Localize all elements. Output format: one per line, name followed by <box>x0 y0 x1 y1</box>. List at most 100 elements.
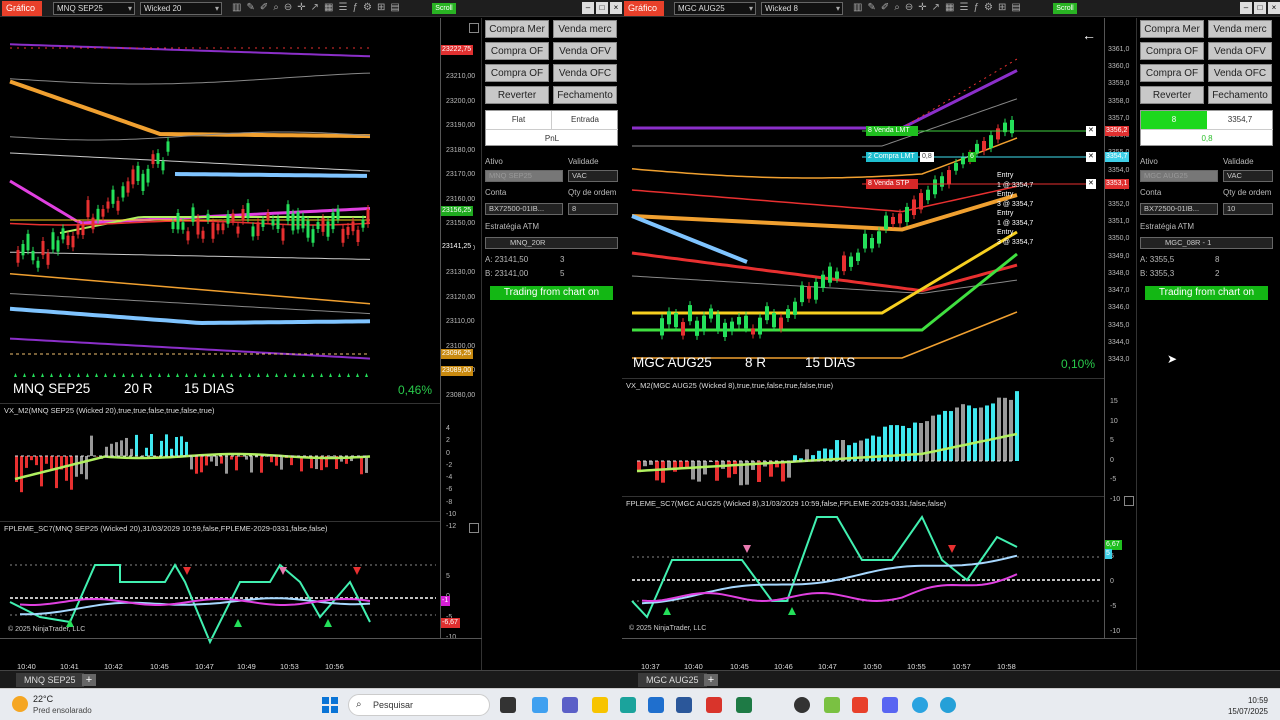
tif-select[interactable]: VAC <box>1223 170 1273 182</box>
close-position-button[interactable]: Fechamento <box>1208 86 1272 104</box>
indicator-icon[interactable]: ƒ <box>973 2 979 13</box>
trading-from-chart-button[interactable]: Trading from chart on <box>490 286 613 300</box>
search-input[interactable]: Pesquisar <box>348 694 490 716</box>
zoom-out-icon[interactable]: ⊖ <box>905 2 913 13</box>
atm-strategy-select[interactable]: MGC_08R - 1 <box>1140 237 1273 249</box>
indicator-icon[interactable]: ƒ <box>352 2 358 13</box>
sell-ofv-button[interactable]: Venda OFV <box>1208 42 1272 60</box>
chart-area[interactable]: MNQ SEP25 20 R 15 DIAS 0,46% 23210,00 232… <box>0 18 482 671</box>
cancel-order-icon[interactable]: ✕ <box>1086 179 1096 189</box>
grafico-menu-button[interactable]: Gráfico <box>624 1 664 16</box>
arrow-icon[interactable]: ↗ <box>311 2 319 13</box>
fp-panel[interactable]: FPLEME_SC7(MGC AUG25 (Wicked 8),31/03/20… <box>622 496 1104 637</box>
tab-mgc[interactable]: MGC AUG25 <box>638 673 707 687</box>
minimize-button[interactable]: – <box>582 2 594 14</box>
buy-ofc-button[interactable]: Compra OF <box>1140 64 1204 82</box>
price-panel[interactable] <box>622 18 1104 378</box>
notepad-icon[interactable] <box>824 697 840 713</box>
trading-from-chart-button[interactable]: Trading from chart on <box>1145 286 1268 300</box>
maximize-button[interactable]: □ <box>596 2 608 14</box>
add-tab-button[interactable]: + <box>82 674 96 686</box>
scroll-toggle-button[interactable]: Scroll <box>1053 3 1077 14</box>
bar-type-selector[interactable]: Wicked 8 <box>761 2 843 15</box>
copilot-icon[interactable] <box>532 697 548 713</box>
arrow-icon[interactable]: ↗ <box>932 2 940 13</box>
sell-ofc-button[interactable]: Venda OFC <box>553 64 617 82</box>
sell-market-button[interactable]: Venda merc <box>1208 20 1272 38</box>
account-select[interactable]: BX72500-01IB... <box>1140 203 1218 215</box>
chart-area[interactable]: ← MGC AUG25 8 R 15 DIAS 0,10% 8 Venda LM… <box>622 18 1137 671</box>
weather-temp[interactable]: 22°C <box>33 694 53 704</box>
draw-icon[interactable]: ✎ <box>246 2 254 13</box>
bar-type-selector[interactable]: Wicked 20 <box>140 2 222 15</box>
windows-start-icon[interactable] <box>322 697 338 713</box>
close-position-button[interactable]: Fechamento <box>553 86 617 104</box>
template-icon[interactable]: ▦ <box>324 2 333 13</box>
weather-icon[interactable] <box>12 696 28 712</box>
discord-icon[interactable] <box>882 697 898 713</box>
strategy-icon[interactable]: ⚙ <box>984 2 993 13</box>
bars-icon[interactable]: ▥ <box>232 2 241 13</box>
tab-mnq[interactable]: MNQ SEP25 <box>16 673 84 687</box>
buy-market-button[interactable]: Compra Mer <box>485 20 549 38</box>
chart-order-label[interactable]: 8 Venda LMT <box>866 126 918 136</box>
strategy-icon[interactable]: ⚙ <box>363 2 372 13</box>
mail-icon[interactable] <box>648 697 664 713</box>
pdf-icon[interactable] <box>706 697 722 713</box>
order-icon[interactable]: ▤ <box>1011 2 1020 13</box>
sell-ofc-button[interactable]: Venda OFC <box>1208 64 1272 82</box>
reverse-button[interactable]: Reverter <box>485 86 549 104</box>
buy-market-button[interactable]: Compra Mer <box>1140 20 1204 38</box>
chart-order-label[interactable]: 8 Venda STP <box>866 179 918 189</box>
cancel-order-icon[interactable]: ✕ <box>1086 126 1096 136</box>
account-select[interactable]: BX72500-01IB... <box>485 203 563 215</box>
weather-desc[interactable]: Pred ensolarado <box>33 706 92 715</box>
panel-settings-icon[interactable] <box>469 23 479 33</box>
fp-panel[interactable]: FPLEME_SC7(MNQ SEP25 (Wicked 20),31/03/2… <box>0 521 440 645</box>
instrument-field[interactable]: MNQ SEP25 <box>485 170 563 182</box>
file-explorer-icon[interactable] <box>592 697 608 713</box>
attach-icon[interactable]: ⊞ <box>377 2 385 13</box>
word-icon[interactable] <box>676 697 692 713</box>
browser-icon[interactable] <box>940 697 956 713</box>
close-button[interactable]: × <box>1268 2 1280 14</box>
cancel-order-icon[interactable]: ✕ <box>1086 152 1096 162</box>
tif-select[interactable]: VAC <box>568 170 618 182</box>
minimize-button[interactable]: – <box>1240 2 1252 14</box>
order-icon[interactable]: ▤ <box>390 2 399 13</box>
bars-icon[interactable]: ▥ <box>853 2 862 13</box>
back-arrow-icon[interactable]: ← <box>1082 27 1096 43</box>
telegram-icon[interactable] <box>912 697 928 713</box>
reverse-button[interactable]: Reverter <box>1140 86 1204 104</box>
close-button[interactable]: × <box>610 2 622 14</box>
buy-ofv-button[interactable]: Compra OF <box>485 42 549 60</box>
maximize-button[interactable]: □ <box>1254 2 1266 14</box>
crosshair-icon[interactable]: ✛ <box>918 2 926 13</box>
instrument-field[interactable]: MGC AUG25 <box>1140 170 1218 182</box>
zoom-icon[interactable]: ⌕ <box>273 2 279 13</box>
buy-ofc-button[interactable]: Compra OF <box>485 64 549 82</box>
template-icon[interactable]: ▦ <box>945 2 954 13</box>
add-tab-button[interactable]: + <box>704 674 718 686</box>
panel-settings-icon[interactable] <box>1124 496 1134 506</box>
zoom-out-icon[interactable]: ⊖ <box>284 2 292 13</box>
scroll-toggle-button[interactable]: Scroll <box>432 3 456 14</box>
draw-icon[interactable]: ✎ <box>867 2 875 13</box>
task-view-icon[interactable] <box>500 697 516 713</box>
pencil-icon[interactable]: ✐ <box>260 2 268 13</box>
grafico-menu-button[interactable]: Gráfico <box>2 1 42 16</box>
attach-icon[interactable]: ⊞ <box>998 2 1006 13</box>
crosshair-icon[interactable]: ✛ <box>297 2 305 13</box>
instrument-selector[interactable]: MNQ SEP25 <box>53 2 135 15</box>
properties-icon[interactable]: ☰ <box>338 2 347 13</box>
system-clock[interactable]: 10:59 15/07/2025 <box>1228 695 1268 717</box>
chrome-icon[interactable] <box>794 697 810 713</box>
quantity-stepper[interactable]: 8 <box>568 203 618 215</box>
excel-icon[interactable] <box>736 697 752 713</box>
sell-market-button[interactable]: Venda merc <box>553 20 617 38</box>
vx-panel[interactable]: VX_M2(MNQ SEP25 (Wicked 20),true,true,fa… <box>0 403 440 521</box>
panel-settings-icon[interactable] <box>469 523 479 533</box>
properties-icon[interactable]: ☰ <box>959 2 968 13</box>
vx-panel[interactable]: VX_M2(MGC AUG25 (Wicked 8),true,true,fal… <box>622 378 1104 496</box>
ninjatrader-icon[interactable] <box>852 697 868 713</box>
